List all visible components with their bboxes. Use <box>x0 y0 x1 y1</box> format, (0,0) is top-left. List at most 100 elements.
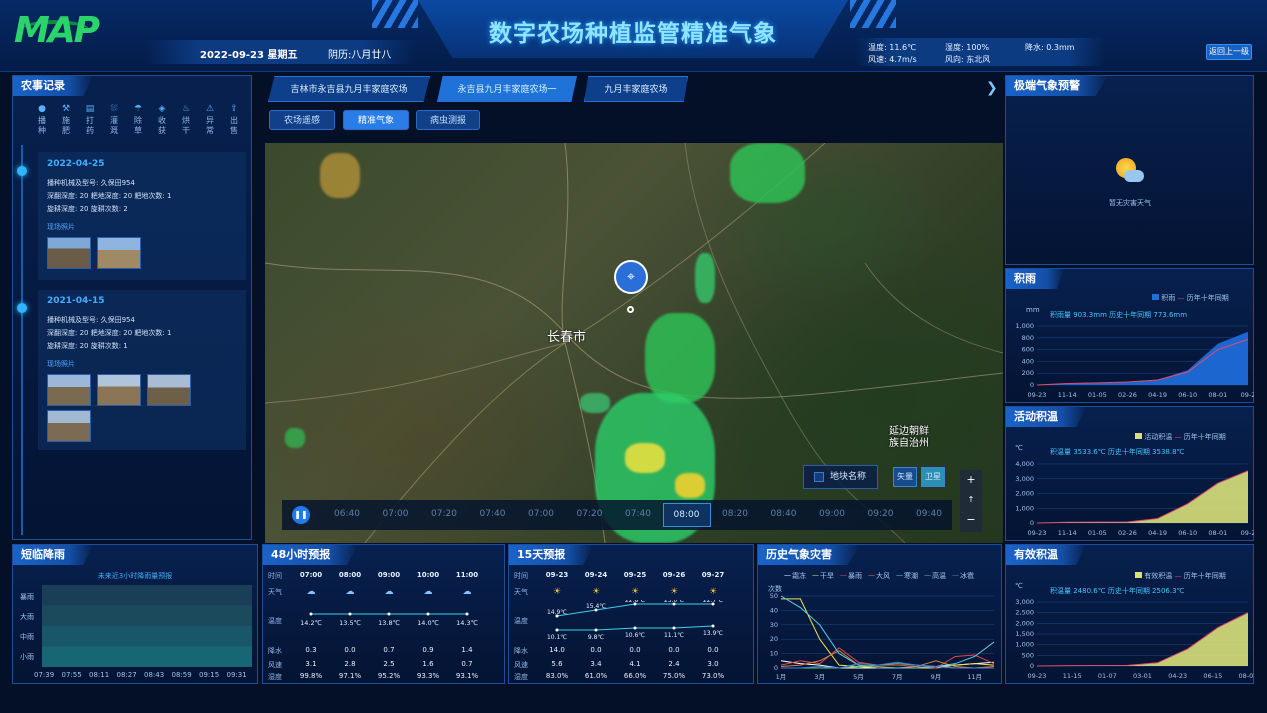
y-tick-label: 10 <box>770 650 778 658</box>
灌溉-icon[interactable]: ⛆ <box>106 104 122 114</box>
high-temp-label: 15.4℃ <box>586 603 606 610</box>
compass-icon[interactable]: ↑ <box>960 490 982 510</box>
y-tick-label: 1,000 <box>1015 641 1034 649</box>
烘干-icon[interactable]: ♨ <box>178 104 194 114</box>
y-tick-label: 800 <box>1022 334 1034 342</box>
time-tick[interactable]: 09:40 <box>905 509 953 519</box>
time-tick[interactable]: 07:00 <box>517 509 565 519</box>
weather-wind-dir: 风向: 东北风 <box>945 55 991 64</box>
x-tick-label: 3月 <box>814 673 825 681</box>
photos-label: 现场照片 <box>47 223 75 231</box>
time-tick[interactable]: 07:40 <box>469 509 517 519</box>
legend-swatch: — <box>868 571 875 579</box>
zoom-in-button[interactable]: + <box>960 470 982 490</box>
tab-farm-1[interactable]: 吉林市永吉县九月丰家庭农场 <box>268 76 430 102</box>
series-line-寒潮 <box>780 595 995 669</box>
play-icon[interactable]: ❚❚ <box>292 506 310 524</box>
row-label: 天气 <box>268 588 282 596</box>
tab-farm-3[interactable]: 九月丰家庭农场 <box>584 76 688 102</box>
vector-layer-button[interactable]: 矢量 <box>893 467 917 487</box>
time-tick[interactable]: 07:20 <box>566 509 614 519</box>
record-date: 2021-04-15 <box>47 296 105 306</box>
出售-icon[interactable]: ⇪ <box>226 104 242 114</box>
y-tick-label: 30 <box>770 621 778 629</box>
low-temp-label: 10.1℃ <box>547 634 567 640</box>
low-temp-label: 10.6℃ <box>625 632 645 639</box>
series-line-干旱 <box>781 598 995 669</box>
farm-icon-label: 施 肥 <box>62 116 70 135</box>
humidity-cell: 93.1% <box>455 672 479 680</box>
y-tick-label: 40 <box>770 606 778 614</box>
high-temp-label: 22.8℃ <box>625 600 645 604</box>
sunny-cloudy-icon <box>1116 158 1144 186</box>
chevron-right-icon[interactable]: ❯ <box>986 80 998 96</box>
field-photo[interactable] <box>97 237 141 269</box>
humidity-cell: 99.8% <box>299 672 323 680</box>
field-photo[interactable] <box>147 374 191 406</box>
temp-label: 13.8℃ <box>378 619 400 627</box>
subtab-remote-sensing[interactable]: 农场遥感 <box>269 110 335 130</box>
time-tick[interactable]: 09:00 <box>808 509 856 519</box>
x-tick-label: 08:11 <box>89 671 110 679</box>
x-tick-label: 06-10 <box>1178 529 1197 537</box>
x-tick-label: 02-26 <box>1118 391 1137 399</box>
disaster-status: 暂无灾害天气 <box>1109 199 1151 207</box>
high-temp-line <box>556 603 713 617</box>
legend-label: 暴雨 <box>848 572 862 580</box>
x-tick-label: 5月 <box>853 673 864 681</box>
temp-point <box>426 612 430 616</box>
satellite-layer-button[interactable]: 卫星 <box>921 467 945 487</box>
wind-cell: 2.4 <box>668 660 680 668</box>
除草-icon[interactable]: ☂ <box>130 104 146 114</box>
施肥-icon[interactable]: ⚒ <box>58 104 74 114</box>
field-photo[interactable] <box>47 410 91 442</box>
x-tick-label: 7月 <box>892 673 903 681</box>
time-tick[interactable]: 06:40 <box>323 509 371 519</box>
x-tick-label: 04-19 <box>1148 391 1167 399</box>
x-tick-label: 01-07 <box>1098 672 1117 680</box>
parcel-name-toggle[interactable]: 地块名称 <box>803 465 878 489</box>
location-pin-icon[interactable]: ⌖ <box>614 260 648 294</box>
x-tick-label: 09:15 <box>199 671 220 679</box>
field-photo[interactable] <box>47 374 91 406</box>
打药-icon[interactable]: ▤ <box>82 104 98 114</box>
field-photo[interactable] <box>47 237 91 269</box>
time-tick[interactable]: 08:20 <box>711 509 759 519</box>
tab-farm-2[interactable]: 永吉县九月丰家庭农场一 <box>437 76 577 102</box>
zoom-out-button[interactable]: − <box>960 510 982 530</box>
record-line: 深翻深度: 20 耙地深度: 20 耙地次数: 1 <box>47 329 172 337</box>
humidity-cell: 75.0% <box>662 672 686 680</box>
y-tick-label: 0 <box>1030 662 1034 670</box>
weather-temp: 温度: 11.6℃ <box>868 43 917 52</box>
time-tick[interactable]: 08:40 <box>760 509 808 519</box>
播种-icon[interactable]: ● <box>34 104 50 114</box>
time-tick[interactable]: 09:20 <box>857 509 905 519</box>
time-tick[interactable]: 07:40 <box>614 509 662 519</box>
time-tick[interactable]: 07:20 <box>420 509 468 519</box>
x-tick-label: 04-23 <box>1168 672 1187 680</box>
subtab-precise-weather[interactable]: 精准气象 <box>343 110 409 130</box>
weather-humidity: 湿度: 100% <box>945 43 990 52</box>
x-tick-label: 06-15 <box>1203 672 1222 680</box>
time-cell: 09-23 <box>545 571 569 579</box>
time-cell: 09-26 <box>662 571 686 579</box>
subtab-pest-forecast[interactable]: 病虫测报 <box>416 110 480 130</box>
humidity-cell: 95.2% <box>377 672 401 680</box>
legend-label: 高温 <box>932 572 946 580</box>
accum-rain-chart: 1,000 800 600 400 200 0 09-23 11-14 01-05 02-26 04… <box>1015 322 1254 399</box>
row-label: 温度 <box>268 617 282 625</box>
rain-legend: 积雨 — 历年十年同期 <box>1152 293 1229 303</box>
rain-cell: 0.3 <box>305 646 317 654</box>
back-button[interactable]: 返回上一级 <box>1206 44 1252 60</box>
x-tick-label: 11月 <box>967 673 982 681</box>
收获-icon[interactable]: ◈ <box>154 104 170 114</box>
y-tick-label: 200 <box>1022 369 1034 377</box>
timeline-dot <box>17 303 27 313</box>
time-tick[interactable]: 07:00 <box>372 509 420 519</box>
time-tick[interactable]: 08:00 <box>662 503 711 527</box>
weather-cloud-icon: ☁ <box>423 587 433 597</box>
异常-icon[interactable]: ⚠ <box>202 104 218 114</box>
record-line: 播种机械及型号: 久保田954 <box>47 179 135 187</box>
rain-cell: 0.0 <box>629 646 641 654</box>
field-photo[interactable] <box>97 374 141 406</box>
